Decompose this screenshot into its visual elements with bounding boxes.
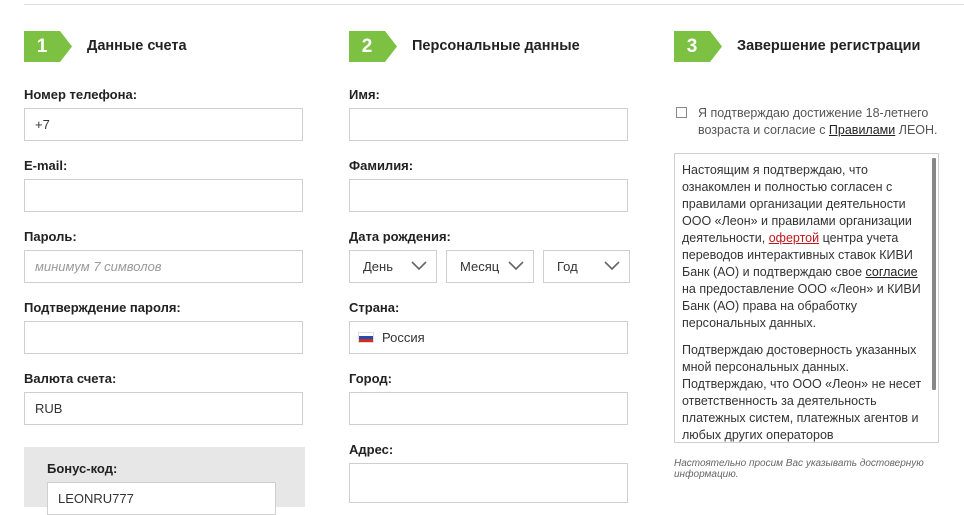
accuracy-note: Настоятельно просим Вас указывать достов… bbox=[674, 458, 924, 480]
city-input[interactable] bbox=[349, 392, 628, 425]
birth-day-value: День bbox=[363, 259, 393, 274]
password-label: Пароль: bbox=[24, 229, 77, 244]
birth-month-value: Месяц bbox=[460, 259, 500, 274]
currency-input[interactable]: RUB bbox=[24, 392, 303, 425]
terms-content: Настоящим я подтверждаю, что ознакомлен … bbox=[675, 154, 938, 442]
terms-paragraph-1: Настоящим я подтверждаю, что ознакомлен … bbox=[682, 162, 928, 332]
step-title: Завершение регистрации bbox=[737, 38, 921, 54]
terms-textbox[interactable]: Настоящим я подтверждаю, что ознакомлен … bbox=[674, 153, 939, 443]
bonus-code-label: Бонус-код: bbox=[47, 461, 118, 476]
step-number: 3 bbox=[686, 36, 698, 57]
step-title: Данные счета bbox=[87, 38, 187, 54]
city-label: Город: bbox=[349, 371, 392, 386]
first-name-input[interactable] bbox=[349, 108, 628, 141]
birth-year-value: Год bbox=[557, 259, 578, 274]
password-confirm-input[interactable] bbox=[24, 321, 303, 354]
phone-input[interactable]: +7 bbox=[24, 108, 303, 141]
step-badge-icon: 2 bbox=[349, 31, 397, 62]
address-label: Адрес: bbox=[349, 442, 394, 457]
first-name-label: Имя: bbox=[349, 87, 380, 102]
chevron-down-icon bbox=[411, 261, 427, 271]
chevron-down-icon bbox=[508, 261, 524, 271]
consent-suffix: ЛЕОН. bbox=[895, 123, 938, 137]
offer-link[interactable]: офертой bbox=[769, 231, 819, 245]
rules-link[interactable]: Правилами bbox=[829, 123, 895, 137]
step-number: 1 bbox=[36, 36, 48, 57]
birth-year-select[interactable]: Год bbox=[543, 250, 630, 283]
address-input[interactable] bbox=[349, 463, 628, 503]
step-2-header: 2 Персональные данные bbox=[349, 31, 580, 62]
step-badge-icon: 1 bbox=[24, 31, 72, 62]
birth-date-label: Дата рождения: bbox=[349, 229, 451, 244]
last-name-input[interactable] bbox=[349, 179, 628, 212]
bonus-code-input[interactable]: LEONRU777 bbox=[47, 482, 276, 515]
country-value: Россия bbox=[382, 330, 425, 345]
terms-paragraph-2: Подтверждаю достоверность указанных мной… bbox=[682, 343, 922, 442]
birth-month-select[interactable]: Месяц bbox=[446, 250, 534, 283]
step-title: Персональные данные bbox=[412, 38, 580, 54]
terms-text: на предоставление ООО «Леон» и КИВИ Банк… bbox=[682, 282, 921, 330]
step-1-header: 1 Данные счета bbox=[24, 31, 187, 62]
terms-scrollbar[interactable] bbox=[932, 158, 936, 390]
password-confirm-label: Подтверждение пароля: bbox=[24, 300, 181, 315]
birth-day-select[interactable]: День bbox=[349, 250, 437, 283]
bonus-code-panel: Бонус-код: LEONRU777 bbox=[24, 447, 305, 515]
password-input[interactable]: минимум 7 символов bbox=[24, 250, 303, 283]
step-3-header: 3 Завершение регистрации bbox=[674, 31, 920, 62]
step-number: 2 bbox=[361, 36, 373, 57]
age-consent-text: Я подтверждаю достижение 18-летнего возр… bbox=[698, 105, 960, 139]
country-label: Страна: bbox=[349, 300, 400, 315]
currency-label: Валюта счета: bbox=[24, 371, 117, 386]
chevron-down-icon bbox=[604, 261, 620, 271]
russia-flag-icon bbox=[358, 332, 374, 344]
age-consent-checkbox[interactable] bbox=[676, 107, 687, 118]
phone-label: Номер телефона: bbox=[24, 87, 138, 102]
consent-link[interactable]: согласие bbox=[866, 265, 918, 279]
step-badge-icon: 3 bbox=[674, 31, 722, 62]
country-select[interactable]: Россия bbox=[349, 321, 628, 354]
top-divider bbox=[24, 4, 964, 5]
email-input[interactable] bbox=[24, 179, 303, 212]
email-label: E-mail: bbox=[24, 158, 68, 173]
last-name-label: Фамилия: bbox=[349, 158, 414, 173]
